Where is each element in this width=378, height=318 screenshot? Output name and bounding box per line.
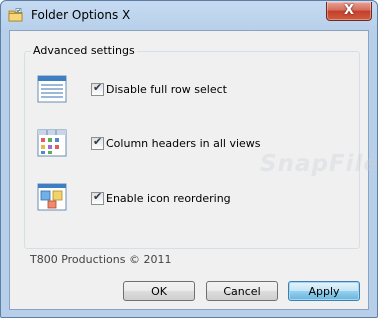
checkmark-icon: ✔: [93, 81, 103, 94]
grid-view-icon: [37, 128, 67, 158]
icon-reorder-icon: [37, 182, 67, 212]
checkmark-icon: ✔: [93, 135, 103, 148]
folder-options-window: Folder Options X X Advanced settings ✔ D…: [0, 0, 378, 318]
apply-button[interactable]: Apply: [288, 281, 360, 301]
disable-full-row-select-checkbox[interactable]: ✔: [91, 81, 104, 96]
window-title: Folder Options X: [31, 8, 131, 22]
ok-button[interactable]: OK: [123, 281, 195, 301]
list-view-icon: [37, 74, 67, 104]
close-button[interactable]: X: [326, 2, 372, 21]
disable-full-row-select-label[interactable]: Disable full row select: [106, 83, 227, 96]
enable-icon-reordering-label[interactable]: Enable icon reordering: [106, 192, 231, 205]
title-bar[interactable]: Folder Options X X: [1, 1, 377, 30]
copyright-text: T800 Productions © 2011: [30, 253, 172, 266]
cancel-button[interactable]: Cancel: [206, 281, 278, 301]
column-headers-label[interactable]: Column headers in all views: [106, 137, 261, 150]
dialog-body: Advanced settings ✔ Disable full row sel…: [9, 30, 377, 310]
close-icon: X: [343, 3, 355, 18]
advanced-settings-group: Advanced settings ✔ Disable full row sel…: [24, 44, 360, 249]
checkmark-icon: ✔: [93, 190, 103, 203]
column-headers-checkbox[interactable]: ✔: [91, 135, 104, 150]
enable-icon-reordering-checkbox[interactable]: ✔: [91, 190, 104, 205]
advanced-settings-label: Advanced settings: [31, 44, 137, 57]
folder-options-app-icon: [8, 7, 24, 23]
snapfiles-watermark: SnapFiles: [260, 151, 377, 177]
